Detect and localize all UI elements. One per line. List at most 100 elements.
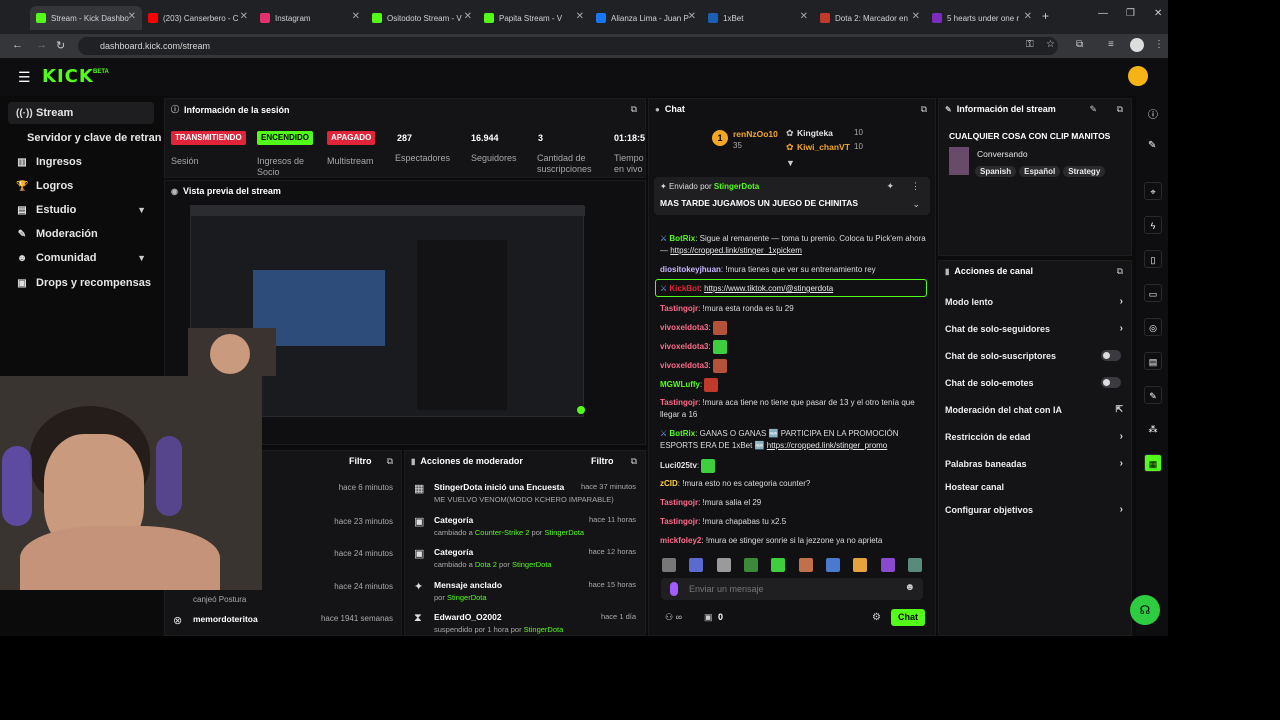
browser-tab[interactable]: 1xBet ✕ xyxy=(702,6,814,30)
lightning-icon[interactable]: ϟ xyxy=(1144,216,1162,234)
filter-button[interactable]: Filtro xyxy=(349,456,372,466)
url-field[interactable]: dashboard.kick.com/stream xyxy=(78,37,1058,55)
chevron-down-icon[interactable]: ⌄ xyxy=(912,199,920,210)
close-icon[interactable]: ✕ xyxy=(464,11,472,22)
nodes-icon[interactable]: ⁂ xyxy=(1144,420,1162,438)
channel-action-ai-moderation[interactable]: Moderación del chat con IA ⇱ xyxy=(945,404,1125,415)
leaderboard-user[interactable]: renNzOo10 xyxy=(733,129,778,139)
leaderboard-user[interactable]: Kingteka xyxy=(797,128,833,138)
mod-user[interactable]: StingerDota xyxy=(434,482,482,492)
new-tab-icon[interactable]: + xyxy=(1042,9,1049,23)
close-icon[interactable]: ✕ xyxy=(800,11,808,22)
channel-action-followers-only[interactable]: Chat de solo-seguidores › xyxy=(945,323,1125,334)
chat-user[interactable]: MGWLuffy xyxy=(660,380,700,389)
chat-link[interactable]: https://www.tiktok.com/@stingerdota xyxy=(704,284,833,293)
wrench-icon[interactable]: ✎ xyxy=(1144,386,1162,404)
pinned-by-user[interactable]: StingerDota xyxy=(714,182,759,191)
mod-user[interactable]: StingerDota xyxy=(512,560,552,569)
channel-action-host[interactable]: Hostear canal xyxy=(945,482,1125,492)
tag-pill[interactable]: Spanish xyxy=(975,166,1017,177)
key-icon[interactable]: ⚿ xyxy=(1026,39,1034,50)
media-icon[interactable]: ≡ xyxy=(1108,39,1114,50)
chat-user[interactable]: Tastingojr xyxy=(660,398,698,407)
sidebar-item-logros[interactable]: 🏆 Logros xyxy=(0,175,160,197)
chat-user[interactable]: diositokeyjhuan xyxy=(660,265,721,274)
browser-tab[interactable]: Papita Stream - V ✕ xyxy=(478,6,590,30)
close-icon[interactable]: ✕ xyxy=(912,11,920,22)
more-kebab-icon[interactable]: ⋮ xyxy=(911,181,920,192)
sidebar-item-drops[interactable]: ▣ Drops y recompensas xyxy=(0,272,160,294)
user-avatar[interactable] xyxy=(1128,66,1148,86)
sidebar-item-estudio[interactable]: ▤ Estudio ▼ xyxy=(0,199,160,221)
browser-tab[interactable]: 5 hearts under one r ✕ xyxy=(926,6,1038,30)
chat-user[interactable]: Tastingojr xyxy=(660,498,698,507)
browser-tab[interactable]: Ositodoto Stream - V ✕ xyxy=(366,6,478,30)
emoji-icon[interactable]: ☻ xyxy=(904,582,915,593)
sidebar-item-server-key[interactable]: Servidor y clave de retransmisión xyxy=(0,127,162,149)
emote-icon[interactable] xyxy=(825,558,840,572)
emote-icon[interactable] xyxy=(689,558,704,572)
chat-user[interactable]: KickBot xyxy=(669,284,699,293)
close-icon[interactable]: ✕ xyxy=(1024,11,1032,22)
chat-user[interactable]: vivoxeldota3 xyxy=(660,323,708,332)
channel-action-goals[interactable]: Configurar objetivos › xyxy=(945,504,1125,515)
emote-icon[interactable] xyxy=(771,558,786,572)
emote-icon[interactable] xyxy=(853,558,868,572)
mod-user[interactable]: StingerDota xyxy=(524,625,564,634)
back-icon[interactable]: ← xyxy=(12,39,23,51)
sidebar-item-comunidad[interactable]: ☻ Comunidad ▼ xyxy=(0,247,160,269)
mod-category[interactable]: Counter-Strike 2 xyxy=(475,528,530,537)
extensions-icon[interactable]: ⧉ xyxy=(1076,39,1083,50)
chat-user[interactable]: BotRix xyxy=(669,234,695,243)
channel-action-banned-words[interactable]: Palabras baneadas › xyxy=(945,458,1125,469)
browser-tab[interactable]: (203) Canserbero - C ✕ xyxy=(142,6,254,30)
layout-icon[interactable]: ▤ xyxy=(1144,352,1162,370)
emote-icon[interactable] xyxy=(880,558,895,572)
leaderboard-user[interactable]: Kiwi_chanVT xyxy=(797,142,850,152)
minimize-icon[interactable]: — xyxy=(1098,8,1108,19)
document-icon[interactable]: ▯ xyxy=(1144,250,1162,268)
maximize-icon[interactable]: ❐ xyxy=(1126,8,1135,19)
info-icon[interactable]: ⓘ xyxy=(1148,106,1158,121)
reload-icon[interactable]: ↻ xyxy=(56,39,65,52)
profile-avatar[interactable] xyxy=(1130,38,1144,52)
chat-link[interactable]: https://cropped.link/stinger_1xpickem xyxy=(670,246,802,255)
browser-tab[interactable]: Instagram ✕ xyxy=(254,6,366,30)
tag-pill[interactable]: Español xyxy=(1019,166,1061,177)
channel-action-slow-mode[interactable]: Modo lento › xyxy=(945,296,1125,307)
popout-icon[interactable]: ⧉ xyxy=(631,104,637,115)
edit-pencil-icon[interactable]: ✎ xyxy=(1089,104,1097,115)
sidebar-item-moderacion[interactable]: ✎ Moderación xyxy=(0,223,160,245)
forward-icon[interactable]: → xyxy=(36,39,47,51)
channel-action-age-restriction[interactable]: Restricción de edad › xyxy=(945,431,1125,442)
emotes-only-toggle[interactable] xyxy=(1101,377,1121,388)
close-icon[interactable]: ✕ xyxy=(576,11,584,22)
browser-tab[interactable]: Stream - Kick Dashbo ✕ xyxy=(30,6,142,30)
sidebar-item-stream[interactable]: ((·)) Stream xyxy=(8,102,154,124)
unpin-icon[interactable]: ✦ xyxy=(886,181,894,192)
chat-user[interactable]: Luci025tv xyxy=(660,461,697,470)
chevron-down-icon[interactable]: ▼ xyxy=(786,158,795,168)
chat-send-button[interactable]: Chat xyxy=(891,609,925,626)
chat-message-input[interactable] xyxy=(689,581,899,597)
chat-link[interactable]: https://cropped.link/stinger_promo xyxy=(767,441,888,450)
hamburger-menu-icon[interactable]: ☰ xyxy=(18,69,31,86)
chat-settings-gear-icon[interactable]: ⚙ xyxy=(872,612,881,623)
menu-kebab-icon[interactable]: ⋮ xyxy=(1154,39,1164,50)
grid-active-icon[interactable]: ▦ xyxy=(1144,454,1162,472)
popout-icon[interactable]: ⧉ xyxy=(387,456,393,467)
emote-icon[interactable] xyxy=(743,558,758,572)
chat-user[interactable]: Tastingojr xyxy=(660,517,698,526)
chat-users-icon[interactable]: ⚇ ∞ xyxy=(665,612,682,623)
chat-user[interactable]: BotRix xyxy=(669,429,695,438)
close-window-icon[interactable]: ✕ xyxy=(1154,8,1162,19)
close-icon[interactable]: ✕ xyxy=(240,11,248,22)
filter-button[interactable]: Filtro xyxy=(591,456,614,466)
kick-logo[interactable]: KICK xyxy=(42,66,94,87)
tag-pill[interactable]: Strategy xyxy=(1063,166,1106,177)
browser-tab[interactable]: Dota 2: Marcador en ✕ xyxy=(814,6,926,30)
edit-pencil-icon[interactable]: ✎ xyxy=(1148,140,1156,151)
popout-icon[interactable]: ⧉ xyxy=(1117,266,1123,277)
chat-user[interactable]: mickfoley2 xyxy=(660,536,701,545)
chat-user[interactable]: Tastingojr xyxy=(660,304,698,313)
